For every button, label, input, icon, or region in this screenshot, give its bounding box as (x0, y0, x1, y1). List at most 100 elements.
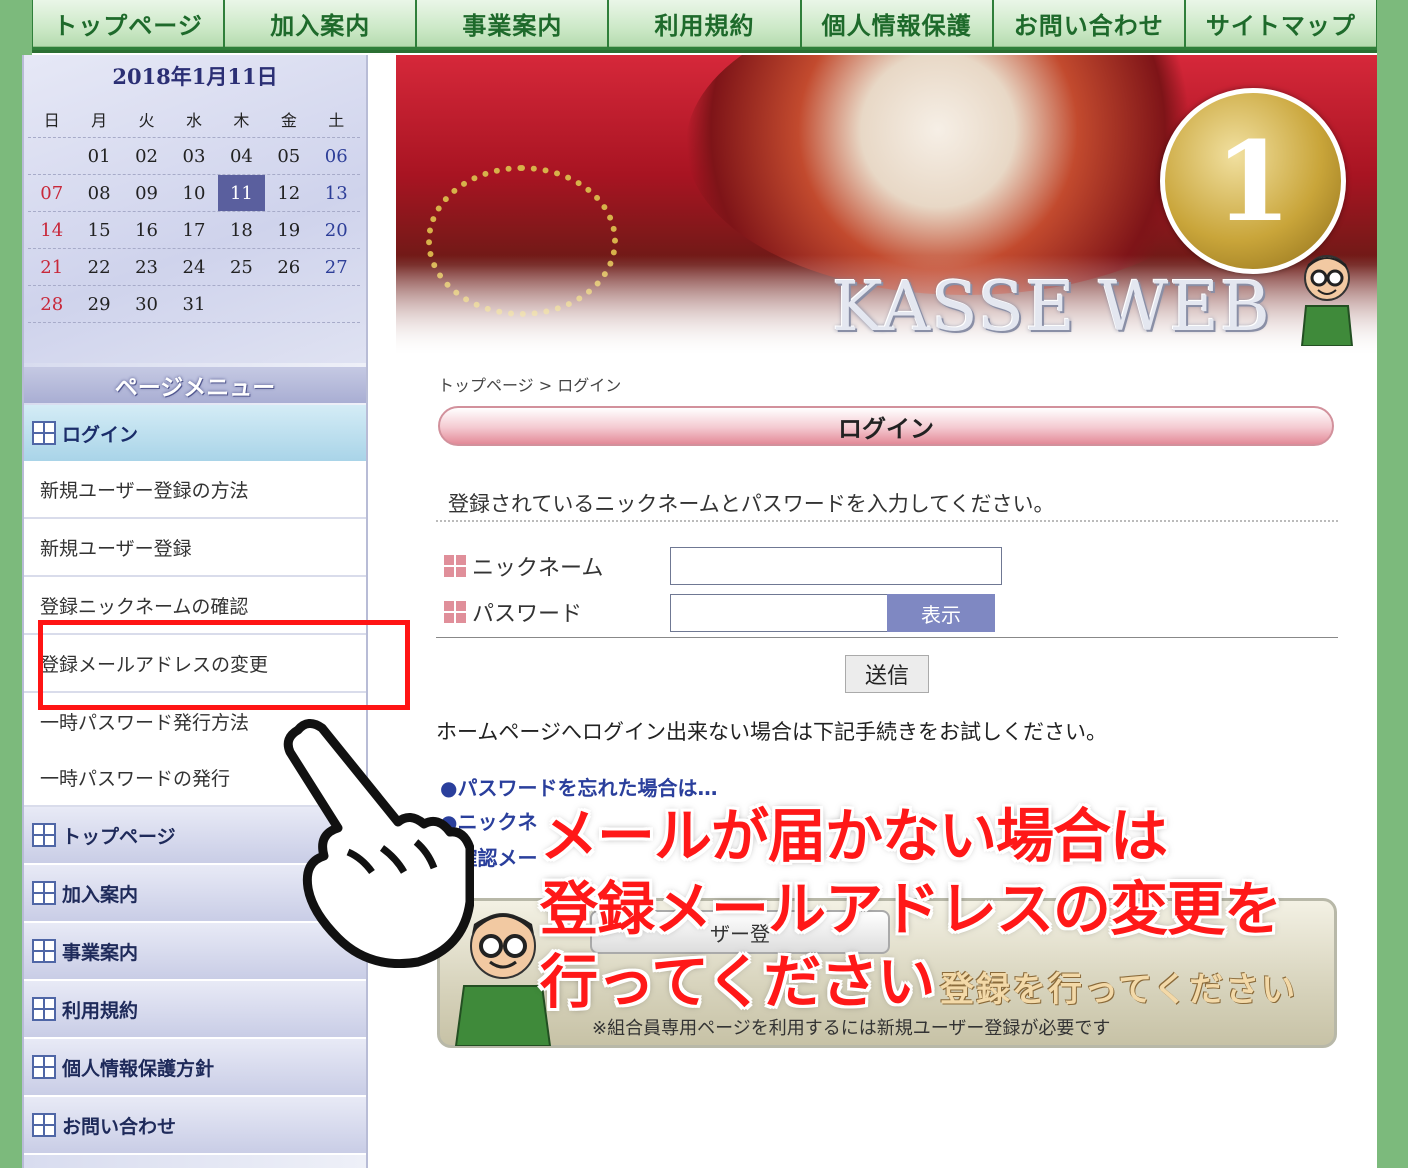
calendar-day: 29 (87, 293, 111, 315)
menu-grid-icon (32, 1113, 56, 1137)
calendar-day: 06 (324, 145, 348, 167)
calendar-day: 04 (229, 145, 253, 167)
calendar-day: 03 (182, 145, 206, 167)
calendar-day (313, 286, 360, 322)
calendar-day: 24 (182, 256, 206, 278)
show-password-button[interactable]: 表示 (887, 594, 995, 632)
nav-top-page[interactable]: トップページ (33, 0, 224, 47)
forgot-password-link[interactable]: ●パスワードを忘れた場合は… (440, 772, 717, 801)
calendar-day: 23 (135, 256, 158, 278)
calendar-day: 01 (87, 145, 111, 167)
calendar-week: 21 22 23 24 25 26 27 (28, 249, 360, 286)
calendar-day: 30 (135, 293, 158, 315)
weekday: 金 (280, 111, 297, 130)
weekday: 火 (138, 111, 155, 130)
help-text: ホームページへログイン出来ない場合は下記手続きをお試しください。 (436, 720, 1107, 744)
calendar-today: 11 (217, 175, 266, 211)
nav-sitemap[interactable]: サイトマップ (1185, 0, 1376, 47)
menu-grid-icon (32, 823, 56, 847)
nickname-label-text: ニックネーム (472, 556, 604, 581)
calendar-day: 21 (40, 256, 64, 278)
callout-line: メールが届かない場合は (540, 802, 1168, 870)
sidebar-item-label: 一時パスワード発行方法 (40, 711, 250, 734)
sidebar-item-label: 個人情報保護方針 (62, 1057, 215, 1080)
callout-line: 登録メールアドレスの変更を (540, 875, 1282, 943)
calendar-day: 02 (135, 145, 158, 167)
sidebar-item-label: 新規ユーザー登録の方法 (40, 479, 249, 502)
calendar-day: 16 (135, 219, 158, 241)
calendar-day: 17 (182, 219, 206, 241)
sidebar-section-privacy[interactable]: 個人情報保護方針 (24, 1039, 366, 1097)
weekday: 日 (43, 111, 60, 130)
top-navigation: トップページ 加入案内 事業案内 利用規約 個人情報保護 お問い合わせ サイトマ… (32, 0, 1377, 53)
calendar-weekday-row: 日 月 火 水 木 金 土 (28, 101, 360, 138)
sidebar-item-register[interactable]: 新規ユーザー登録 (24, 519, 366, 577)
calendar-day: 12 (277, 182, 301, 204)
nickname-label: ニックネーム (444, 550, 603, 582)
weekday: 水 (185, 111, 202, 130)
calendar-week: 14 15 16 17 18 19 20 (28, 212, 360, 249)
calendar-day: 08 (87, 182, 111, 204)
nav-contact[interactable]: お問い合わせ (993, 0, 1184, 47)
page-title: ログイン (438, 406, 1334, 446)
nav-business[interactable]: 事業案内 (417, 0, 608, 47)
nav-terms[interactable]: 利用規約 (609, 0, 800, 47)
submit-button[interactable]: 送信 (845, 655, 929, 693)
password-label-text: パスワード (472, 602, 583, 627)
field-bullet-icon (444, 555, 466, 577)
calendar-day: 27 (324, 256, 348, 278)
sidebar-item-label: 利用規約 (62, 999, 139, 1022)
sidebar-item-label: 加入案内 (62, 883, 139, 906)
sidebar-item-register-howto[interactable]: 新規ユーザー登録の方法 (24, 461, 366, 519)
sidebar-item-label: お問い合わせ (62, 1115, 177, 1138)
weekday: 土 (328, 111, 345, 130)
sidebar-item-label: トップページ (62, 825, 176, 848)
calendar-day: 19 (277, 219, 301, 241)
sidebar: 2018年1月11日 日 月 火 水 木 金 土 01 02 03 04 05 … (22, 55, 368, 1168)
site-logo[interactable]: KASSE WEB (832, 268, 1271, 347)
calendar-grid: 日 月 火 水 木 金 土 01 02 03 04 05 06 07 08 09 (28, 101, 360, 323)
sidebar-item-label: 新規ユーザー登録 (40, 537, 192, 560)
calendar: 2018年1月11日 日 月 火 水 木 金 土 01 02 03 04 05 … (24, 55, 366, 363)
highlight-box (38, 620, 410, 710)
calendar-day (265, 286, 312, 322)
weekday: 木 (233, 111, 250, 130)
calendar-day: 31 (182, 293, 206, 315)
calendar-day: 22 (87, 256, 111, 278)
divider (436, 637, 1338, 638)
callout-text: メールが届かない場合は 登録メールアドレスの変更を 行ってください (540, 800, 1282, 1019)
calendar-day: 05 (277, 145, 301, 167)
calendar-day (218, 286, 265, 322)
divider (436, 520, 1338, 522)
menu-grid-icon (32, 939, 56, 963)
pointing-hand-icon (283, 719, 474, 968)
calendar-day: 07 (40, 182, 64, 204)
page-menu-heading: ページメニュー (24, 367, 366, 403)
calendar-week: 28 29 30 31 (28, 286, 360, 323)
menu-grid-icon (32, 997, 56, 1021)
calendar-day: 26 (277, 256, 301, 278)
sidebar-section-terms[interactable]: 利用規約 (24, 981, 366, 1039)
callout-line: 行ってください (540, 948, 935, 1016)
calendar-day: 09 (135, 182, 158, 204)
menu-grid-icon (32, 421, 56, 445)
calendar-week: 01 02 03 04 05 06 (28, 138, 360, 175)
calendar-day: 13 (324, 182, 348, 204)
menu-grid-icon (32, 1055, 56, 1079)
weekday: 月 (91, 111, 108, 130)
calendar-day (28, 138, 75, 174)
field-bullet-icon (444, 601, 466, 623)
sidebar-section-contact[interactable]: お問い合わせ (24, 1097, 366, 1155)
nickname-input[interactable] (670, 547, 1002, 585)
calendar-day: 10 (182, 182, 206, 204)
password-label: パスワード (444, 596, 582, 628)
mascot-icon (1300, 255, 1354, 346)
nav-membership[interactable]: 加入案内 (225, 0, 416, 47)
calendar-day: 14 (40, 219, 64, 241)
login-instruction: 登録されているニックネームとパスワードを入力してください。 (448, 492, 1055, 516)
calendar-day: 20 (324, 219, 348, 241)
calendar-week: 07 08 09 10 11 12 13 (28, 175, 360, 212)
password-input[interactable] (670, 594, 888, 632)
nav-privacy[interactable]: 個人情報保護 (801, 0, 992, 47)
sidebar-item-login[interactable]: ログイン (24, 405, 366, 461)
